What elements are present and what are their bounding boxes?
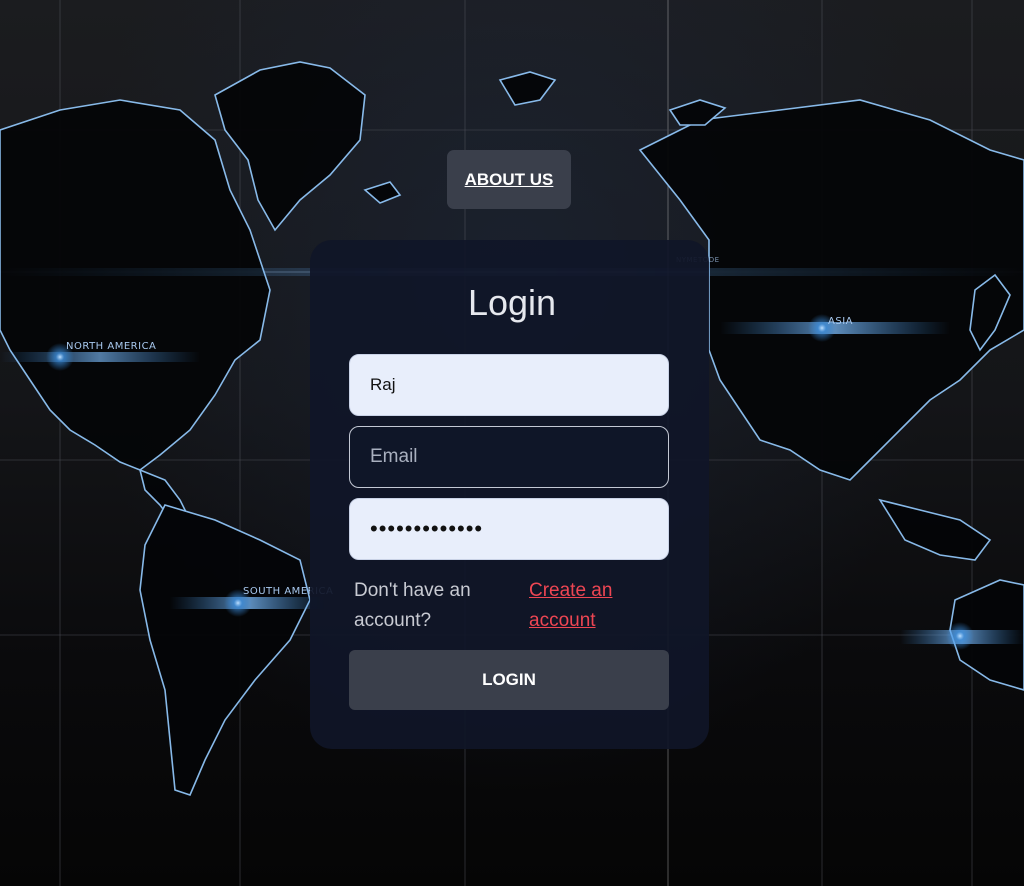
password-input[interactable] [349, 498, 669, 560]
map-label-north-america: NORTH AMERICA [66, 341, 157, 352]
name-input[interactable] [349, 354, 669, 416]
signup-prompt: Don't have an account? [354, 580, 471, 631]
login-button[interactable]: LOGIN [349, 650, 669, 710]
about-us-button[interactable]: ABOUT US [447, 150, 571, 209]
login-page: NORTH AMERICA SOUTH AMERICA ASIA NYMETOD… [0, 0, 1024, 886]
login-title: Login [467, 282, 557, 323]
create-account-link[interactable]: Create an account [529, 576, 649, 636]
email-input[interactable] [349, 426, 669, 488]
